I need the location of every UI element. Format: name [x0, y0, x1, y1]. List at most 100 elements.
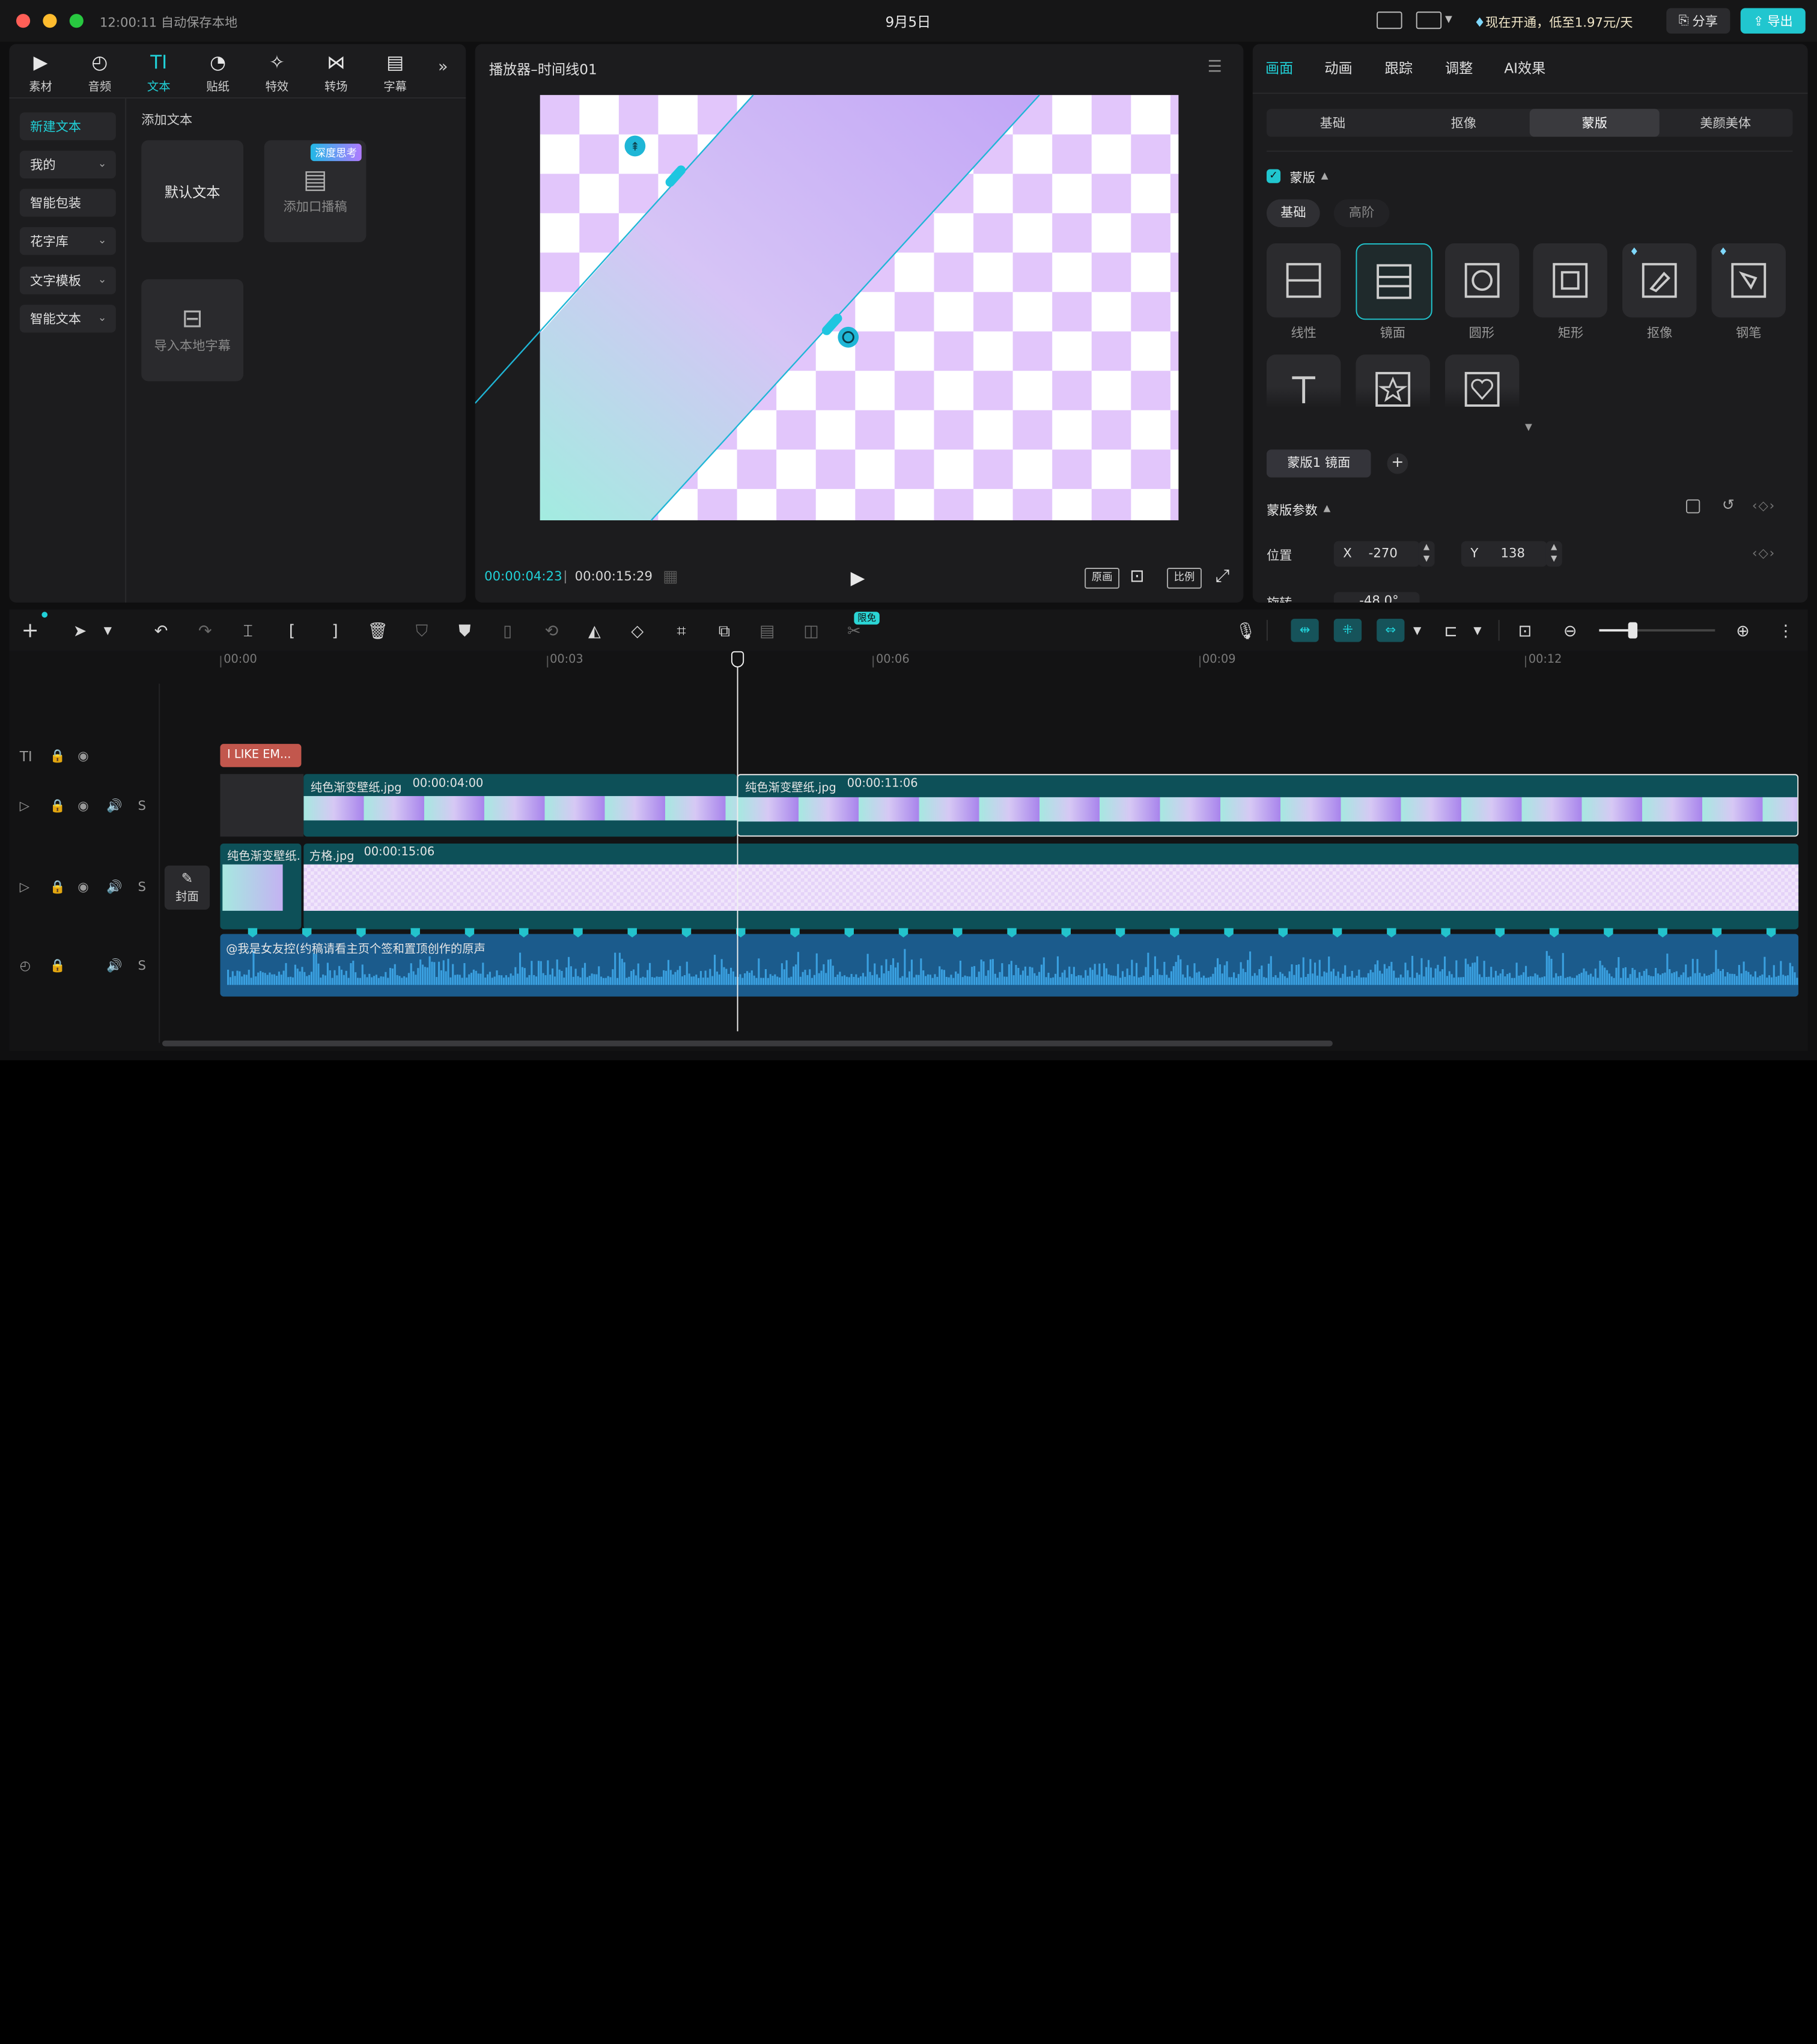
visibility-eye-icon[interactable]: ◉: [78, 749, 89, 764]
timeline-preview-icon[interactable]: ⊡: [1515, 621, 1536, 642]
auto-snap-icon[interactable]: ⁜: [1333, 618, 1362, 642]
x-stepper[interactable]: ▲ ▼: [1418, 541, 1435, 567]
preview-axis-icon[interactable]: ⊏: [1440, 621, 1461, 642]
volume-icon[interactable]: 🔊: [106, 958, 122, 973]
category-item[interactable]: 智能包装: [19, 189, 116, 217]
cutout-mask-button[interactable]: ♦: [1622, 243, 1697, 318]
lock-icon[interactable]: 🔒: [50, 749, 65, 764]
lock-icon[interactable]: 🔒: [50, 798, 65, 814]
undo-icon[interactable]: ↶: [151, 621, 172, 642]
inspector-subtab[interactable]: 抠像: [1399, 109, 1529, 136]
mask-rotate-icon[interactable]: [838, 326, 859, 348]
aspect-ratio-button[interactable]: 比例: [1167, 568, 1202, 589]
tab-transition[interactable]: ⋈ 转场: [311, 51, 362, 94]
tab-media[interactable]: ▶ 素材: [15, 51, 66, 94]
mask-mode-basic[interactable]: 基础: [1266, 199, 1320, 228]
import-subtitles-card[interactable]: ⊟ 导入本地字幕: [141, 279, 244, 382]
playhead-handle[interactable]: [731, 651, 744, 668]
category-item[interactable]: 新建文本: [19, 112, 116, 141]
inspector-subtab[interactable]: 蒙版: [1529, 109, 1660, 137]
pen-mask-button[interactable]: ♦: [1711, 243, 1786, 318]
lock-icon[interactable]: 🔒: [50, 880, 65, 895]
export-button[interactable]: ⇪ 导出: [1740, 8, 1806, 34]
audio-track-visual[interactable]: [220, 925, 1799, 1001]
mirror-icon[interactable]: ◭: [584, 621, 605, 642]
cursor-chevron-down-icon[interactable]: ▼: [97, 621, 118, 642]
overlay-clip-1[interactable]: 纯色渐变壁纸.: [220, 844, 302, 929]
layout-icon[interactable]: [1416, 11, 1442, 29]
tab-audio[interactable]: ◴ 音频: [74, 51, 125, 94]
solo-button[interactable]: S: [138, 880, 146, 895]
category-item[interactable]: 花字库 ⌄: [19, 227, 116, 255]
crop-icon[interactable]: ⌗: [671, 621, 692, 642]
playhead-line[interactable]: [737, 660, 738, 1032]
overlay-clip-2[interactable]: 方格.jpg 00:00:15:06: [303, 844, 1799, 929]
collapse-icon[interactable]: ▲: [1321, 171, 1329, 181]
category-item[interactable]: 文字模板 ⌄: [19, 266, 116, 294]
close-window-button[interactable]: [16, 14, 31, 28]
heart-mask-button[interactable]: [1444, 354, 1519, 408]
timecode-grid-icon[interactable]: ▦: [663, 568, 678, 586]
zoom-fit-icon[interactable]: ⊡: [1130, 565, 1144, 586]
fullscreen-icon[interactable]: ⤢: [1216, 565, 1229, 586]
share-button[interactable]: ⎘ 分享: [1666, 8, 1730, 34]
star-mask-button[interactable]: [1356, 354, 1430, 408]
mask-enable-checkbox[interactable]: ✓: [1266, 169, 1281, 183]
cover-button[interactable]: ✎ 封面: [164, 865, 210, 910]
inspector-tab[interactable]: AI效果: [1504, 58, 1545, 78]
minimize-window-button[interactable]: [43, 14, 57, 28]
add-voiceover-card[interactable]: 深度思考 ▤ 添加口播稿: [264, 140, 367, 243]
add-track-icon[interactable]: +: [20, 621, 41, 642]
preview-canvas[interactable]: ⇞: [475, 93, 1244, 523]
text-mask-button[interactable]: [1266, 354, 1341, 408]
more-tools-icon[interactable]: »: [438, 58, 448, 76]
inspector-tab[interactable]: 画面: [1265, 58, 1293, 78]
position-x-field[interactable]: X -270: [1333, 541, 1420, 567]
mask-mode-advanced[interactable]: 高阶: [1333, 199, 1390, 228]
tab-effects[interactable]: ✧ 特效: [252, 51, 303, 94]
link-chevron-down-icon[interactable]: ▼: [1407, 621, 1428, 642]
select-cursor-icon[interactable]: ➤: [70, 621, 91, 642]
marker-icon[interactable]: ⛊: [454, 621, 475, 642]
inspector-subtab[interactable]: 美颜美体: [1661, 109, 1791, 136]
freeze-frame-icon[interactable]: ▯: [497, 621, 518, 642]
solo-button[interactable]: S: [138, 958, 146, 973]
layout-chevron-down-icon[interactable]: ▼: [1445, 14, 1452, 24]
original-quality-button[interactable]: 原画: [1085, 568, 1120, 589]
position-y-field[interactable]: Y 138: [1461, 541, 1547, 567]
smart-crop-icon[interactable]: ◫: [801, 621, 822, 642]
inspector-tab[interactable]: 调整: [1445, 58, 1473, 78]
inspector-tab[interactable]: 动画: [1324, 58, 1352, 78]
timeline-scrollbar[interactable]: [162, 1040, 1333, 1047]
zoom-slider-handle[interactable]: [1628, 622, 1638, 639]
subtitle-recognize-icon[interactable]: ▤: [756, 621, 778, 642]
tab-sticker[interactable]: ◔ 贴纸: [192, 51, 243, 94]
zoom-out-icon[interactable]: ⊖: [1560, 621, 1581, 642]
reset-icon[interactable]: ↺: [1722, 497, 1735, 514]
reverse-icon[interactable]: ⟲: [541, 621, 562, 642]
main-clip-2[interactable]: 纯色渐变壁纸.jpg 00:00:11:06: [737, 774, 1799, 837]
keyframe-icon[interactable]: ‹◇›: [1752, 546, 1776, 561]
inspector-subtab[interactable]: 基础: [1268, 109, 1398, 136]
circle-mask-button[interactable]: [1444, 243, 1519, 318]
maximize-window-button[interactable]: [69, 14, 84, 28]
solo-button[interactable]: S: [138, 798, 146, 814]
tab-subtitle[interactable]: ▤ 字幕: [370, 51, 421, 94]
player-menu-icon[interactable]: ☰: [1208, 58, 1222, 76]
rotation-field[interactable]: -48.0°: [1333, 592, 1420, 603]
mirror-mask-button[interactable]: [1356, 243, 1432, 320]
category-item[interactable]: 智能文本 ⌄: [19, 305, 116, 333]
tab-text[interactable]: TI 文本: [133, 51, 184, 94]
volume-icon[interactable]: 🔊: [106, 880, 122, 895]
collapse-icon[interactable]: ▲: [1323, 503, 1330, 513]
delete-icon[interactable]: 🗑: [367, 621, 388, 642]
rectangle-mask-button[interactable]: [1533, 243, 1608, 318]
visibility-eye-icon[interactable]: ◉: [78, 880, 89, 895]
split-left-icon[interactable]: [: [282, 621, 303, 642]
visibility-eye-icon[interactable]: ◉: [78, 798, 89, 814]
split-right-icon[interactable]: ]: [324, 621, 345, 642]
play-icon[interactable]: ▶: [851, 567, 865, 589]
lock-icon[interactable]: 🔒: [50, 958, 65, 973]
rotate-icon[interactable]: ◇: [627, 621, 648, 642]
vip-promo[interactable]: ♦现在开通，低至1.97元/天: [1474, 13, 1633, 31]
